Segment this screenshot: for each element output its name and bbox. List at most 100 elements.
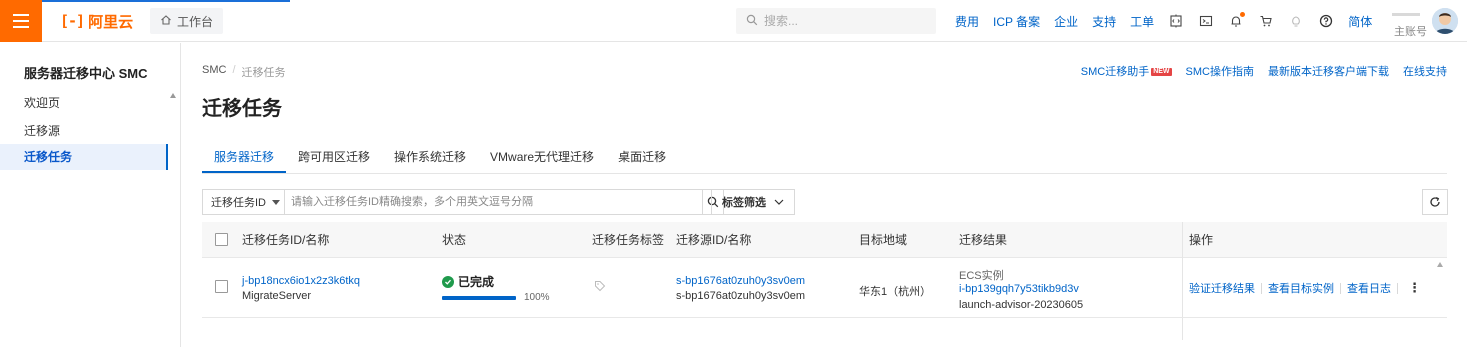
workbench-button[interactable]: 工作台 <box>150 8 224 34</box>
filter-field-label: 迁移任务ID <box>211 197 266 209</box>
column-header-tags: 迁移任务标签 <box>592 233 665 247</box>
check-circle-icon <box>442 275 454 288</box>
breadcrumb-current: 迁移任务 <box>241 67 286 79</box>
nav-link-fees[interactable]: 费用 <box>955 13 979 30</box>
result-type: ECS实例 <box>959 270 1004 282</box>
cart-icon[interactable] <box>1258 13 1274 29</box>
tab-desktop-migration[interactable]: 桌面迁移 <box>606 144 678 173</box>
action-separator <box>1340 282 1341 294</box>
scroll-up-arrow-icon[interactable] <box>1437 262 1443 267</box>
column-header-result: 迁移结果 <box>959 233 1008 247</box>
status-cell: 已完成 <box>442 273 494 290</box>
tab-cross-zone-migration[interactable]: 跨可用区迁移 <box>286 144 382 173</box>
language-switch[interactable]: 简体 <box>1348 13 1372 30</box>
account-name-masked <box>1392 13 1420 16</box>
sidebar-title: 服务器迁移中心 SMC <box>24 66 148 81</box>
action-separator <box>1261 282 1262 294</box>
result-image: launch-advisor-20230605 <box>959 299 1084 311</box>
account-label: 主账号 <box>1394 26 1427 38</box>
action-separator <box>1397 282 1398 294</box>
breadcrumb-separator: / <box>232 64 236 76</box>
tag-filter-label: 标签筛选 <box>722 197 766 209</box>
tab-server-migration[interactable]: 服务器迁移 <box>202 144 287 173</box>
sidebar-item-welcome[interactable]: 欢迎页 <box>0 90 168 116</box>
refresh-button[interactable] <box>1422 189 1448 215</box>
sidebar: 服务器迁移中心 SMC 欢迎页 迁移源 迁移任务 <box>0 43 181 347</box>
verify-result-link[interactable]: 验证迁移结果 <box>1189 280 1255 296</box>
task-id-link[interactable]: j-bp18ncx6io1x2z3k6tkq <box>242 275 360 287</box>
nav-link-support[interactable]: 支持 <box>1092 13 1116 30</box>
chevron-down-icon <box>272 199 280 205</box>
top-navigation-bar: [-] 阿里云 工作台 费用 ICP 备案 企业 支持 工单 <box>0 0 1467 42</box>
client-download-link[interactable]: 最新版本迁移客户端下载 <box>1268 63 1389 79</box>
account-menu[interactable]: 主账号 <box>1390 6 1427 38</box>
chevron-down-icon <box>774 199 784 205</box>
tag-icon[interactable] <box>594 280 606 295</box>
search-icon <box>746 14 758 29</box>
workbench-label: 工作台 <box>177 14 214 29</box>
row-actions: 验证迁移结果 查看目标实例 查看日志 ⋮ <box>1189 280 1425 296</box>
terminal-icon[interactable] <box>1198 13 1214 29</box>
task-name: MigrateServer <box>242 290 312 302</box>
tag-filter-button[interactable]: 标签筛选 <box>711 189 795 215</box>
view-log-link[interactable]: 查看日志 <box>1347 280 1391 296</box>
tab-vmware-agentless-migration[interactable]: VMware无代理迁移 <box>478 144 606 173</box>
search-input[interactable] <box>764 14 914 28</box>
smc-assistant-link[interactable]: SMC迁移助手 NEW <box>1081 63 1172 79</box>
logo-mark: [-] <box>60 12 85 30</box>
page-title: 迁移任务 <box>202 98 282 120</box>
refresh-icon <box>1430 196 1440 207</box>
column-header-region: 目标地域 <box>859 233 908 247</box>
aliyun-logo[interactable]: [-] 阿里云 <box>60 11 133 31</box>
column-header-source: 迁移源ID/名称 <box>676 233 752 247</box>
view-target-instance-link[interactable]: 查看目标实例 <box>1268 280 1334 296</box>
global-search[interactable] <box>736 8 936 34</box>
target-region: 华东1（杭州） <box>859 286 932 298</box>
progress-cell: 100% <box>442 292 550 303</box>
result-instance-link[interactable]: i-bp139gqh7y53tikb9d3v <box>959 283 1079 295</box>
logo-text: 阿里云 <box>88 13 134 31</box>
smc-guide-link[interactable]: SMC操作指南 <box>1186 63 1254 79</box>
progress-bar <box>442 295 516 300</box>
select-all-checkbox[interactable] <box>215 233 228 246</box>
smc-assistant-label: SMC迁移助手 <box>1080 66 1150 78</box>
home-icon <box>160 14 172 29</box>
nav-link-enterprise[interactable]: 企业 <box>1054 13 1078 30</box>
sidebar-item-tasks[interactable]: 迁移任务 <box>0 144 168 170</box>
column-header-actions: 操作 <box>1189 233 1214 247</box>
avatar[interactable] <box>1432 8 1458 34</box>
migration-tabs: 服务器迁移 跨可用区迁移 操作系统迁移 VMware无代理迁移 桌面迁移 <box>202 144 1447 174</box>
nav-link-ticket[interactable]: 工单 <box>1130 13 1154 30</box>
breadcrumb: SMC / 迁移任务 <box>202 64 286 80</box>
progress-text: 100% <box>524 292 550 303</box>
notification-dot <box>1240 12 1246 17</box>
row-checkbox[interactable] <box>215 280 228 293</box>
source-name: s-bp1676at0zuh0y3sv0em <box>676 290 806 302</box>
table-scrollbar[interactable] <box>1434 258 1445 338</box>
tab-os-migration[interactable]: 操作系统迁移 <box>382 144 478 173</box>
table-header: 迁移任务ID/名称 状态 迁移任务标签 迁移源ID/名称 目标地域 迁移结果 操… <box>202 222 1447 258</box>
table-row: j-bp18ncx6io1x2z3k6tkq MigrateServer 已完成… <box>202 258 1447 318</box>
collapse-caret-icon[interactable] <box>170 93 176 98</box>
help-icon[interactable] <box>1318 13 1334 29</box>
sidebar-item-sources[interactable]: 迁移源 <box>0 118 168 144</box>
filter-field-select[interactable]: 迁移任务ID <box>202 189 284 215</box>
task-id-search-input[interactable] <box>284 189 702 215</box>
breadcrumb-smc[interactable]: SMC <box>202 64 226 80</box>
column-header-status: 状态 <box>442 233 467 247</box>
code-icon[interactable] <box>1168 13 1184 29</box>
status-text: 已完成 <box>458 275 495 289</box>
lightbulb-icon[interactable] <box>1288 13 1304 29</box>
new-badge: NEW <box>1151 68 1172 76</box>
bell-icon[interactable] <box>1228 12 1246 29</box>
header-links: SMC迁移助手 NEW SMC操作指南 最新版本迁移客户端下载 在线支持 <box>1081 63 1447 79</box>
source-id-link[interactable]: s-bp1676at0zuh0y3sv0em <box>676 275 805 287</box>
filter-bar: 迁移任务ID <box>202 189 724 215</box>
top-accent-line <box>0 0 290 2</box>
top-nav-links: 费用 ICP 备案 企业 支持 工单 简体 <box>955 0 1372 42</box>
menu-icon[interactable] <box>0 0 42 42</box>
status-badge: 已完成 <box>442 273 494 290</box>
more-actions-icon[interactable]: ⋮ <box>1404 280 1425 296</box>
nav-link-icp[interactable]: ICP 备案 <box>993 13 1040 30</box>
online-support-link[interactable]: 在线支持 <box>1403 63 1447 79</box>
